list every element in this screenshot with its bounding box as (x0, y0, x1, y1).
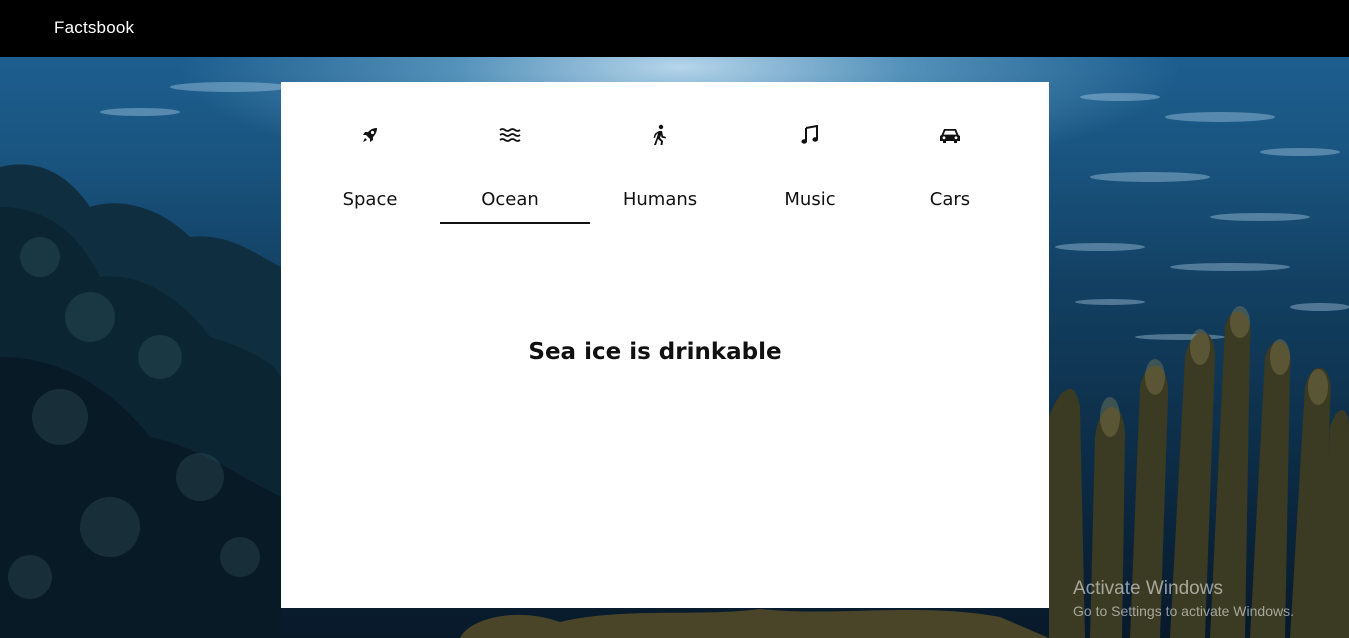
active-tab-indicator (440, 222, 590, 224)
tab-music-label: Music (784, 189, 836, 210)
fact-text: Sea ice is drinkable (528, 339, 782, 365)
rocket-icon (295, 124, 445, 146)
watermark-title: Activate Windows (1073, 578, 1223, 599)
tab-space[interactable]: Space (295, 112, 445, 225)
tab-humans-label: Humans (622, 189, 698, 210)
walking-person-icon (585, 124, 735, 146)
top-navbar: Factsbook (0, 0, 1349, 57)
waves-icon (435, 124, 585, 146)
tab-music[interactable]: Music (735, 112, 885, 225)
facts-card: Space Ocean Humans Music Cars Sea ice is… (281, 82, 1049, 608)
tab-cars[interactable]: Cars (875, 112, 1025, 225)
tab-ocean[interactable]: Ocean (435, 112, 590, 225)
tab-humans[interactable]: Humans (585, 112, 735, 225)
music-note-icon (735, 124, 885, 146)
brand-logo[interactable]: Factsbook (54, 17, 134, 39)
tab-cars-label: Cars (929, 189, 971, 210)
tab-ocean-label: Ocean (481, 189, 539, 210)
watermark-subtitle: Go to Settings to activate Windows. (1073, 603, 1294, 619)
tab-space-label: Space (342, 189, 398, 210)
car-icon (875, 124, 1025, 146)
windows-activation-watermark: Activate Windows Go to Settings to activ… (1073, 578, 1294, 620)
